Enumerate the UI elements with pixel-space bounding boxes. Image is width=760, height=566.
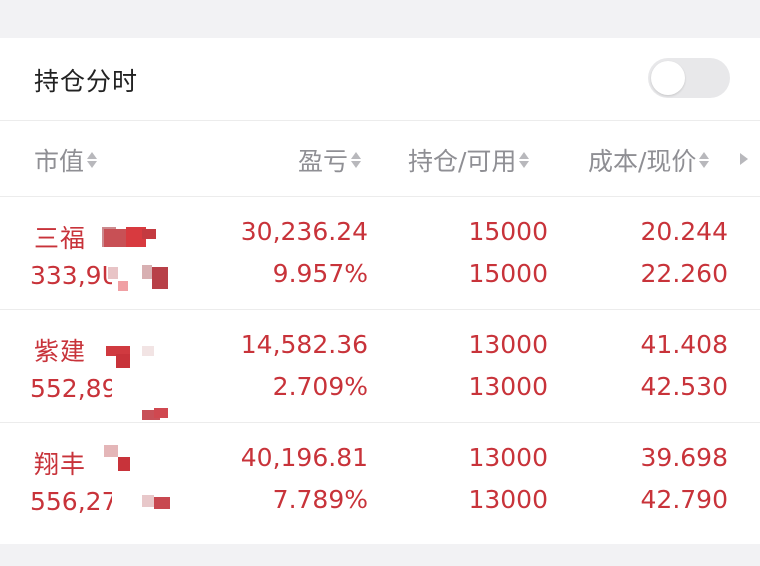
table-row[interactable]: 翔丰 556,27( 40,196.81 7.789% 13000 13000 … (0, 423, 760, 535)
available-quantity: 15000 (468, 259, 548, 288)
column-label: 市值 (34, 147, 85, 176)
column-label: 成本/现价 (588, 147, 697, 176)
stock-name: 紫建 (34, 337, 87, 366)
available-quantity: 13000 (468, 485, 548, 514)
cost-price: 39.698 (640, 443, 728, 472)
current-price: 42.530 (640, 372, 728, 401)
profit-loss-amount: 40,196.81 (240, 443, 368, 472)
bottom-gap (0, 544, 760, 566)
current-price: 22.260 (640, 259, 728, 288)
column-label: 持仓/可用 (408, 147, 517, 176)
profit-loss-amount: 30,236.24 (240, 217, 368, 246)
column-header-cost-price[interactable]: 成本/现价 (588, 142, 710, 178)
stock-name: 翔丰 (34, 450, 87, 479)
intraday-toggle[interactable] (648, 58, 730, 98)
current-price: 42.790 (640, 485, 728, 514)
position-quantity: 15000 (468, 217, 548, 246)
pixelation-mask (104, 423, 174, 535)
column-header-market-value[interactable]: 市值 (34, 142, 98, 178)
table-row[interactable]: 紫建 552,89( 14,582.36 2.709% 13000 13000 … (0, 310, 760, 423)
holdings-card: 持仓分时 市值 盈亏 持仓/可用 成本/现价 三福 333,9UC 30,236… (0, 38, 760, 544)
profit-loss-amount: 14,582.36 (240, 330, 368, 359)
profit-loss-percent: 2.709% (272, 372, 368, 401)
position-quantity: 13000 (468, 330, 548, 359)
pixelation-mask (106, 310, 174, 422)
pixelation-mask (102, 197, 174, 309)
sort-icon (699, 150, 710, 170)
table-row[interactable]: 三福 333,9UC 30,236.24 9.957% 15000 15000 … (0, 197, 760, 310)
sort-icon (87, 150, 98, 170)
sort-icon (519, 150, 530, 170)
column-header-row: 市值 盈亏 持仓/可用 成本/现价 (0, 120, 760, 197)
toggle-knob[interactable] (651, 61, 685, 95)
page-title: 持仓分时 (34, 67, 139, 96)
cost-price: 41.408 (640, 330, 728, 359)
column-header-profit-loss[interactable]: 盈亏 (298, 142, 362, 178)
profit-loss-percent: 9.957% (272, 259, 368, 288)
cost-price: 20.244 (640, 217, 728, 246)
column-label: 盈亏 (298, 147, 349, 176)
column-header-position[interactable]: 持仓/可用 (408, 142, 530, 178)
top-gap (0, 0, 760, 38)
available-quantity: 13000 (468, 372, 548, 401)
stock-name: 三福 (34, 224, 87, 253)
profit-loss-percent: 7.789% (272, 485, 368, 514)
sort-icon (351, 150, 362, 170)
holdings-header: 持仓分时 (0, 38, 760, 121)
position-quantity: 13000 (468, 443, 548, 472)
scroll-right-arrow-icon[interactable] (740, 153, 748, 165)
